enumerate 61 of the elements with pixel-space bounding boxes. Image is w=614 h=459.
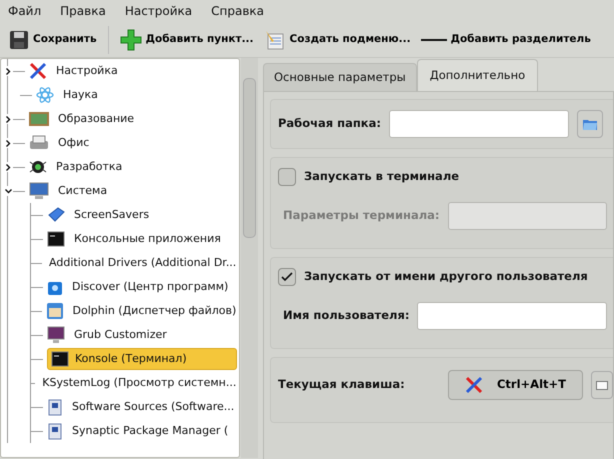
input-field[interactable] xyxy=(388,110,569,138)
menu-item[interactable]: Настройка xyxy=(120,2,208,20)
blank-key-icon xyxy=(596,380,608,390)
crossed-tools-icon xyxy=(464,376,483,394)
tree-item[interactable]: Наука xyxy=(60,84,101,106)
package-icon xyxy=(47,398,63,416)
toolbar-button[interactable]: Сохранить xyxy=(6,26,100,54)
tree-item[interactable]: Консольные приложения xyxy=(71,228,224,250)
checkbox-label: Запускать от имени другого пользователя xyxy=(304,268,588,286)
shortcut-button[interactable]: Ctrl+Alt+T xyxy=(448,370,583,400)
plus-icon xyxy=(120,28,142,50)
monitor-icon xyxy=(29,182,49,200)
tree-item[interactable]: Grub Customizer xyxy=(71,324,170,346)
menu-item[interactable]: Справка xyxy=(207,2,280,20)
terminal-icon xyxy=(47,231,65,247)
printer-icon xyxy=(29,135,49,151)
tree-item[interactable]: Офис xyxy=(55,132,92,154)
clear-button[interactable] xyxy=(591,371,613,399)
tree-item[interactable]: Additional Drivers (Additional Dr... xyxy=(46,252,240,274)
tree-item[interactable]: Разработка xyxy=(53,156,126,178)
field-label: Имя пользователя: xyxy=(282,307,410,324)
scrollbar-thumb[interactable] xyxy=(243,78,256,238)
checkbox[interactable] xyxy=(278,168,296,186)
menu-item[interactable]: Правка xyxy=(56,2,121,20)
checkbox[interactable] xyxy=(278,268,296,286)
menu-item[interactable]: Файл xyxy=(4,2,56,20)
checkbox-label: Запускать в терминале xyxy=(304,168,460,186)
tree-item[interactable]: ScreenSavers xyxy=(71,204,152,226)
toolbar-button[interactable]: Добавить пункт... xyxy=(116,24,257,54)
tree-item[interactable]: Настройка xyxy=(53,60,121,82)
toolbar-button[interactable]: Создать подменю... xyxy=(260,24,414,54)
input-field[interactable] xyxy=(417,302,607,330)
field-label: Текущая клавиша: xyxy=(278,376,406,394)
crossed-tools-icon xyxy=(29,62,47,80)
tree-item[interactable]: KSystemLog (Просмотр системн... xyxy=(39,372,240,394)
tree-item[interactable]: Образование xyxy=(55,108,138,130)
file-manager-icon xyxy=(46,302,64,320)
atom-icon xyxy=(36,86,54,104)
tree-item[interactable]: Система xyxy=(55,180,110,202)
terminal-icon xyxy=(51,351,69,367)
browse-button[interactable] xyxy=(577,110,603,138)
tab[interactable]: Дополнительно xyxy=(416,58,538,91)
input-field[interactable] xyxy=(448,202,607,230)
toolbar-button[interactable]: Добавить разделитель xyxy=(418,28,594,52)
chalkboard-icon xyxy=(29,111,49,127)
tree-item[interactable]: Synaptic Package Manager ( xyxy=(69,420,232,442)
horizontal-line-icon xyxy=(420,38,447,40)
scrollbar[interactable] xyxy=(241,58,258,458)
package-icon xyxy=(47,422,63,440)
checkmark-icon xyxy=(280,272,293,282)
tree-item[interactable]: Discover (Центр программ) xyxy=(69,276,232,298)
field-label: Рабочая папка: xyxy=(278,115,381,132)
monitor-icon xyxy=(47,326,65,344)
bug-icon xyxy=(29,158,47,176)
tab[interactable]: Основные параметры xyxy=(262,62,417,91)
tree-item[interactable]: Dolphin (Диспетчер файлов) xyxy=(70,300,240,322)
tree-item[interactable]: Konsole (Терминал) xyxy=(47,348,238,370)
tree-item[interactable]: Software Sources (Software... xyxy=(69,396,238,418)
folder-icon xyxy=(582,117,598,131)
card-icon xyxy=(47,207,65,223)
field-label: Параметры терминала: xyxy=(282,207,440,224)
